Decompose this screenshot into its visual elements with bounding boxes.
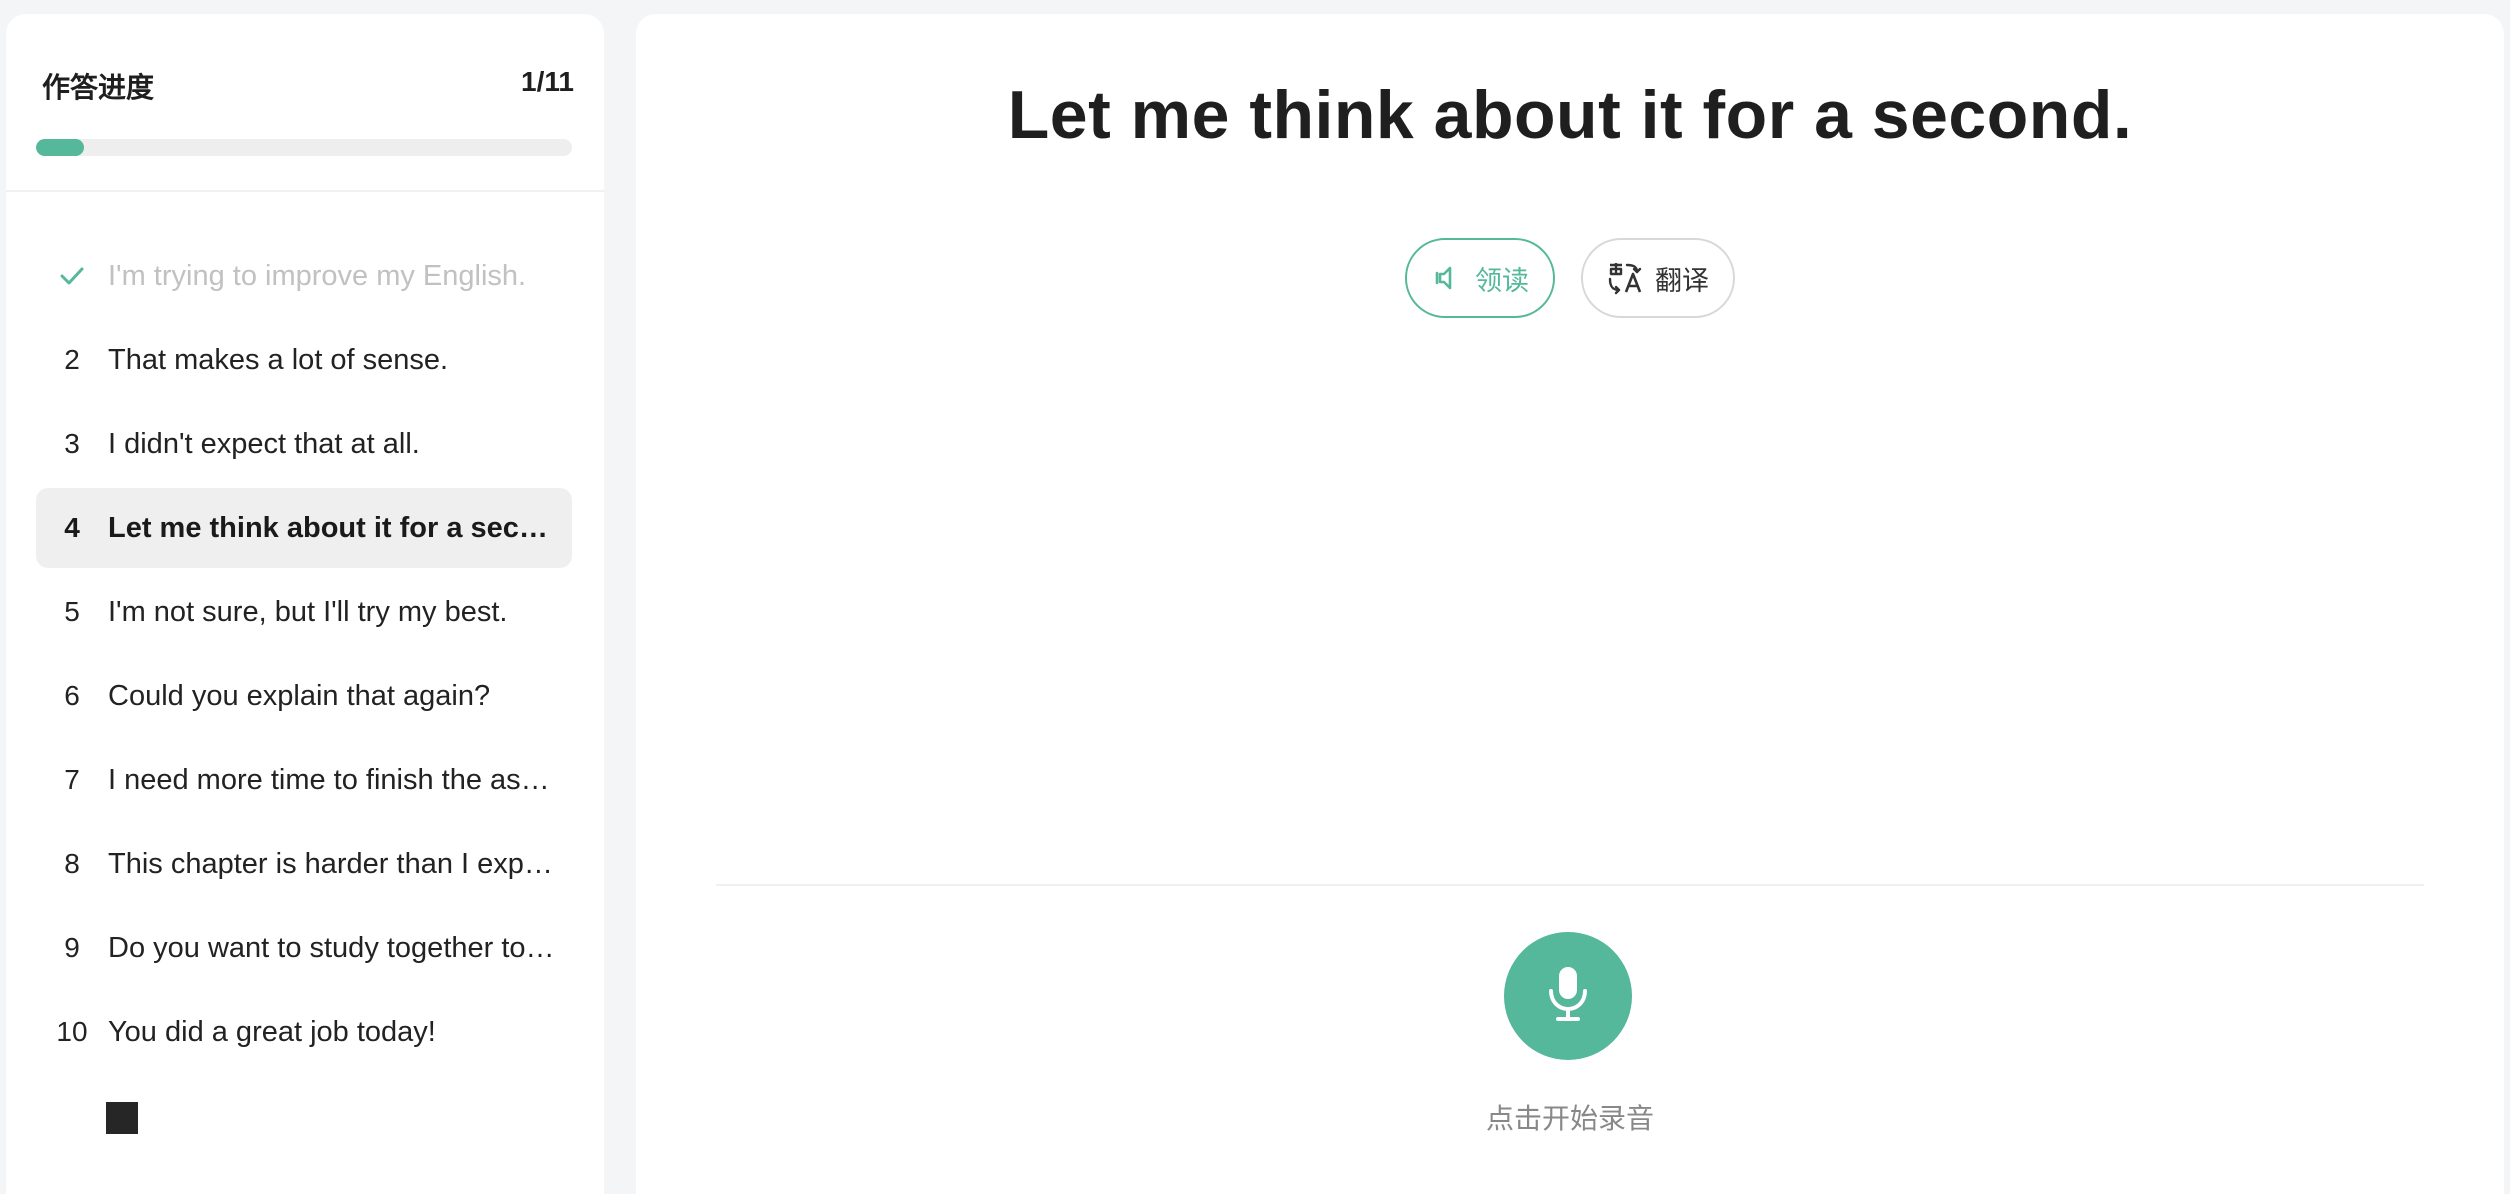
question-number: 7 [64, 764, 80, 795]
question-text: This chapter is harder than I expected. [108, 847, 558, 880]
question-text: I need more time to finish the assignmen… [108, 763, 558, 796]
question-item-6[interactable]: 6 Could you explain that again? [36, 656, 572, 736]
question-number: 5 [64, 596, 80, 627]
check-icon [36, 266, 108, 286]
sidebar-divider [6, 190, 604, 192]
question-text: That makes a lot of sense. [108, 343, 449, 376]
question-text: I'm not sure, but I'll try my best. [108, 595, 508, 628]
practice-panel: Let me think about it for a second. 领读 翻… [636, 14, 2504, 1194]
question-item-7[interactable]: 7 I need more time to finish the assignm… [36, 740, 572, 820]
stop-square-icon[interactable] [106, 1102, 138, 1134]
question-text: Do you want to study together tomorrow? [108, 931, 558, 964]
question-item-1[interactable]: I'm trying to improve my English. [36, 236, 572, 316]
question-text: Could you explain that again? [108, 679, 491, 712]
translate-icon [1607, 261, 1643, 295]
microphone-icon [1544, 964, 1592, 1029]
record-button[interactable] [1504, 932, 1632, 1060]
question-list: I'm trying to improve my English. 2 That… [36, 236, 572, 1076]
translate-button[interactable]: 翻译 [1581, 238, 1735, 318]
question-item-4[interactable]: 4 Let me think about it for a second. [36, 488, 572, 568]
question-item-8[interactable]: 8 This chapter is harder than I expected… [36, 824, 572, 904]
progress-bar [36, 139, 572, 156]
question-number: 2 [64, 344, 80, 375]
progress-count: 1/11 [521, 66, 574, 97]
sentence-actions: 领读 翻译 [636, 238, 2504, 318]
question-number: 9 [64, 932, 80, 963]
question-item-5[interactable]: 5 I'm not sure, but I'll try my best. [36, 572, 572, 652]
translate-label: 翻译 [1655, 265, 1709, 296]
answer-progress-sidebar: 作答进度 1/11 I'm trying to improve my Engli… [6, 14, 604, 1194]
question-number: 3 [64, 428, 80, 459]
record-hint: 点击开始录音 [1485, 1103, 1654, 1134]
question-text: I'm trying to improve my English. [108, 259, 527, 292]
read-aloud-button[interactable]: 领读 [1405, 238, 1555, 318]
question-number: 10 [56, 1016, 88, 1047]
question-text: You did a great job today! [108, 1015, 436, 1048]
question-text: Let me think about it for a second. [108, 511, 558, 544]
question-item-3[interactable]: 3 I didn't expect that at all. [36, 404, 572, 484]
question-text: I didn't expect that at all. [108, 427, 420, 460]
read-aloud-label: 领读 [1475, 265, 1529, 296]
progress-header: 作答进度 1/11 [36, 52, 574, 112]
progress-title: 作答进度 [42, 72, 155, 103]
question-number: 4 [64, 512, 80, 543]
speaker-icon [1433, 263, 1463, 293]
panel-divider [716, 884, 2424, 886]
current-sentence: Let me think about it for a second. [1007, 77, 2133, 153]
question-item-10[interactable]: 10 You did a great job today! [36, 992, 572, 1072]
question-number: 8 [64, 848, 80, 879]
question-item-2[interactable]: 2 That makes a lot of sense. [36, 320, 572, 400]
progress-bar-fill [36, 139, 85, 156]
question-number: 6 [64, 680, 80, 711]
question-item-9[interactable]: 9 Do you want to study together tomorrow… [36, 908, 572, 988]
